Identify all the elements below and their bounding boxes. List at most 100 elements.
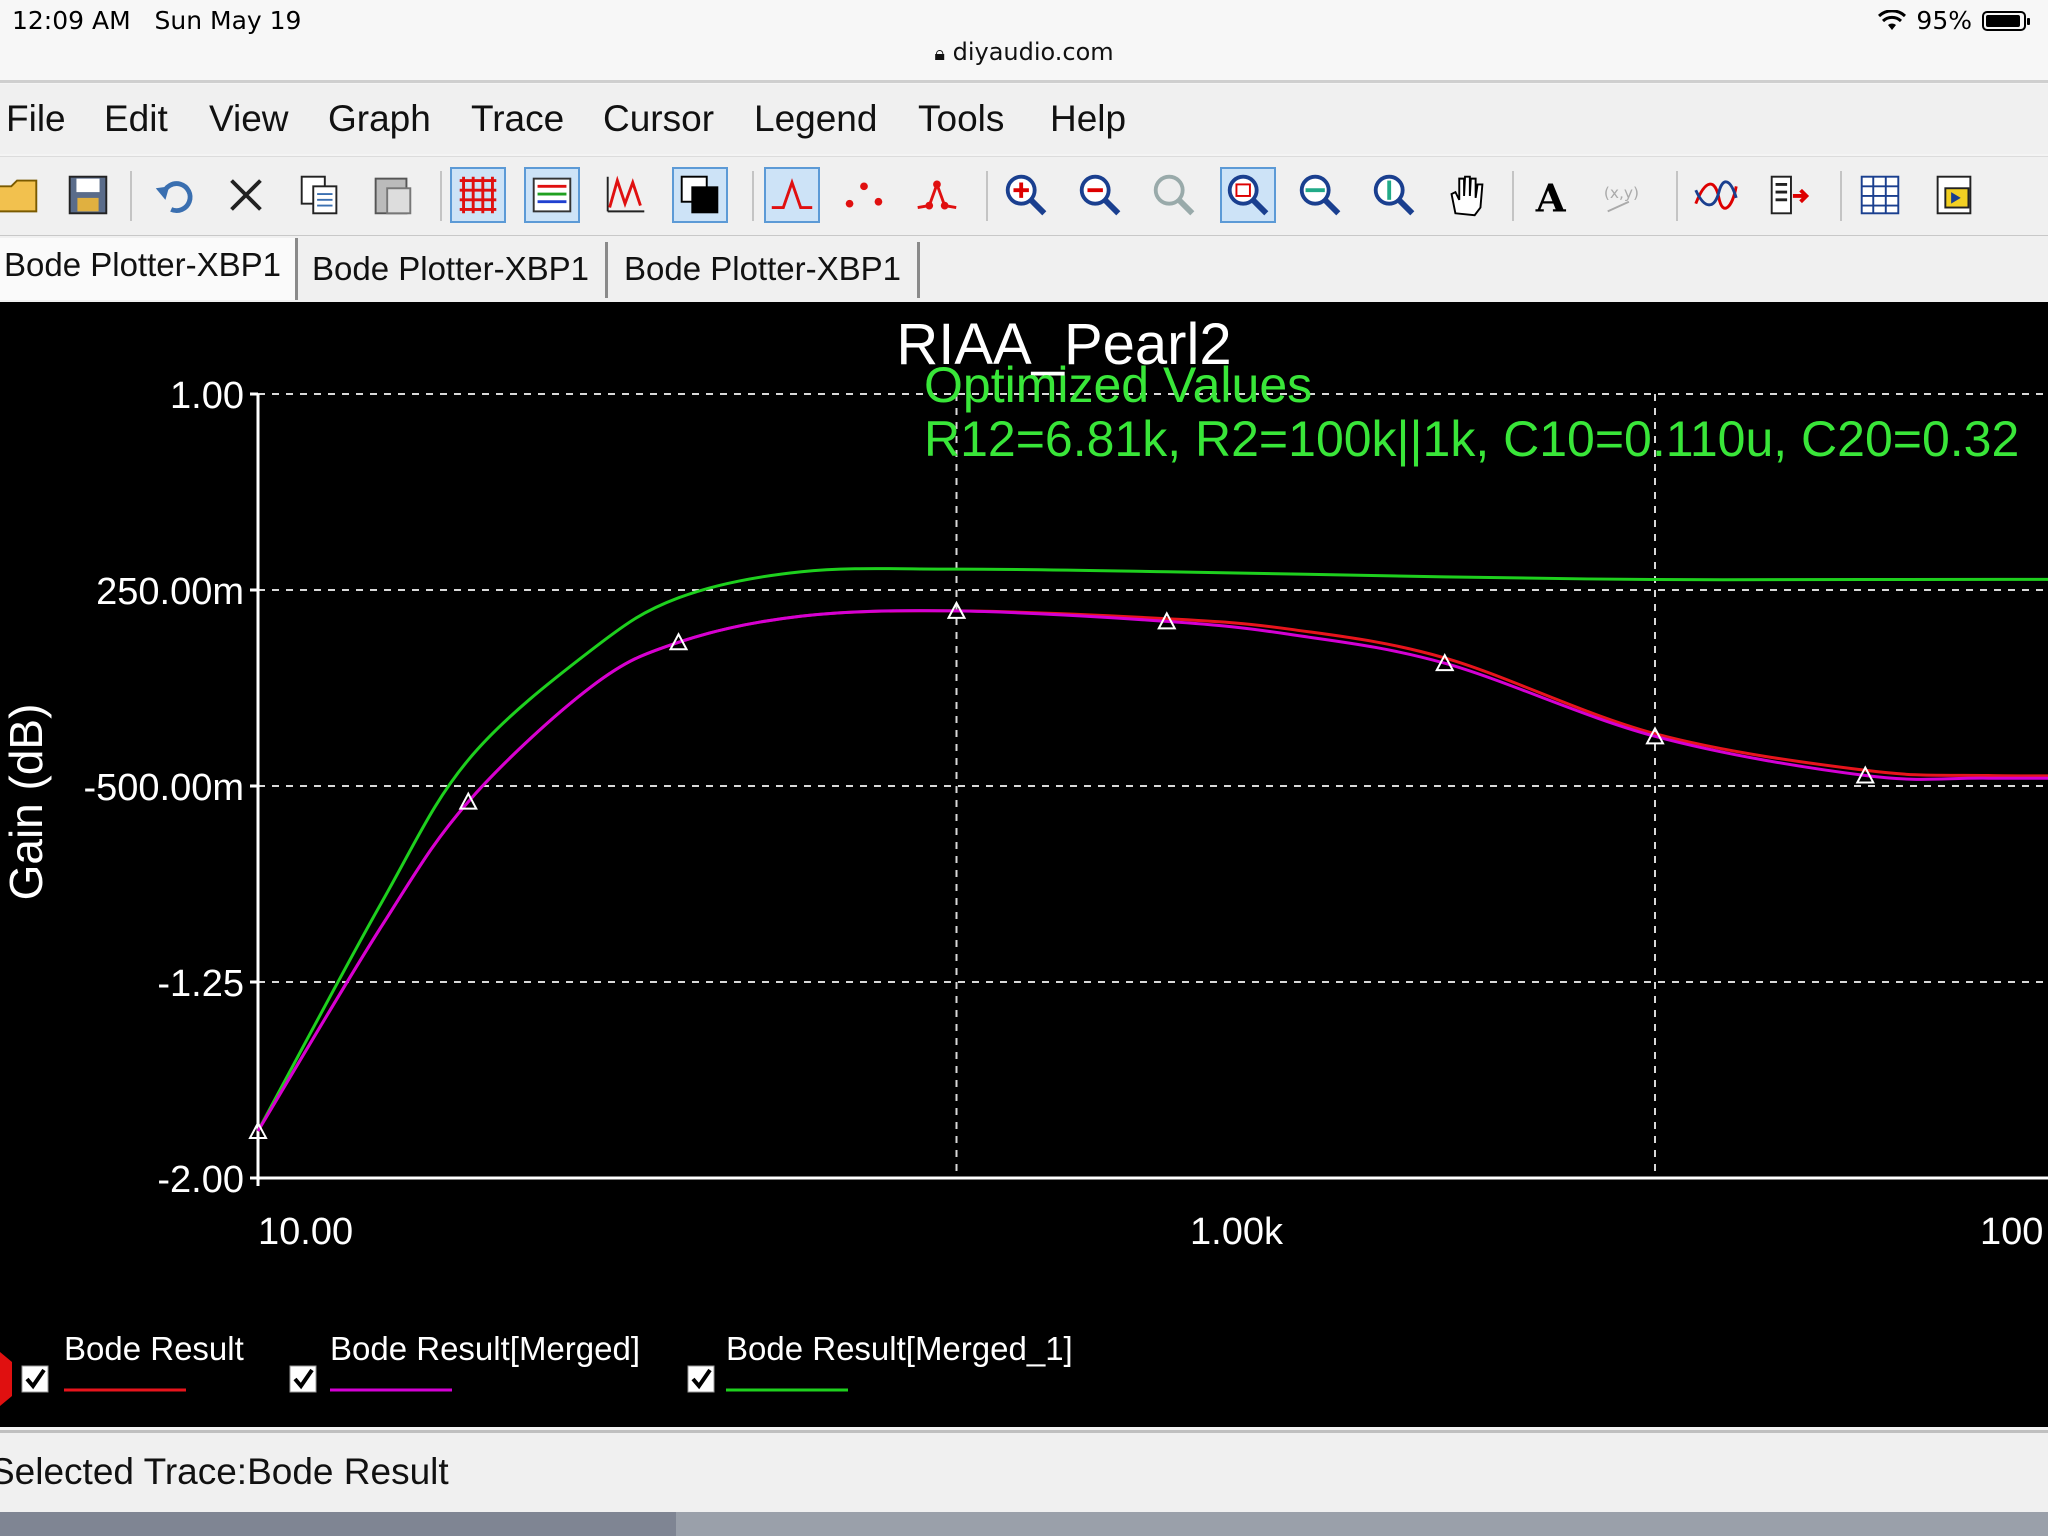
text-button[interactable]: A	[1526, 167, 1582, 223]
y-tick-label: 1.00	[170, 375, 244, 417]
svg-text:(x,y): (x,y)	[1604, 184, 1639, 202]
show-markers-button[interactable]	[836, 167, 892, 223]
xy-label-button[interactable]: (x,y)	[1598, 167, 1654, 223]
zoom-out-button[interactable]	[1072, 167, 1128, 223]
legend-button[interactable]	[524, 167, 580, 223]
show-lines-icon	[771, 178, 813, 209]
menu-file[interactable]: File	[6, 98, 66, 140]
toolbar-separator	[1512, 171, 1514, 221]
tab-strip: Bode Plotter-XBP1 Bode Plotter-XBP1 Bode P…	[0, 236, 2048, 302]
export-excel-button[interactable]	[1852, 167, 1908, 223]
export-button[interactable]	[1762, 167, 1818, 223]
zoom-in-button[interactable]	[998, 167, 1054, 223]
menu-trace[interactable]: Trace	[471, 98, 564, 140]
paste-button[interactable]	[364, 167, 420, 223]
overlay-traces-icon	[1694, 180, 1738, 210]
x-tick-label: 1.00k	[1190, 1211, 1284, 1253]
copy-button[interactable]	[292, 167, 348, 223]
battery-icon	[1982, 10, 2030, 31]
clock-date: Sun May 19	[154, 6, 302, 35]
toolbar-separator	[1840, 171, 1842, 221]
menu-cursor[interactable]: Cursor	[603, 98, 714, 140]
y-tick-label: -500.00m	[83, 767, 244, 809]
menu-help[interactable]: Help	[1050, 98, 1126, 140]
status-row: Selected Trace:Bode Result	[0, 1430, 2048, 1513]
tab-bode-plotter-3[interactable]: Bode Plotter-XBP1	[620, 242, 920, 298]
series-line-2[interactable]	[256, 609, 2048, 1132]
zoom-area-button[interactable]	[1220, 167, 1276, 223]
zoom-y-button[interactable]	[1366, 167, 1422, 223]
pan-icon	[1450, 175, 1484, 217]
x-tick-label: 10.00	[258, 1211, 353, 1253]
bode-chart[interactable]: RIAA_Pearl21.00250.00m-500.00m-1.25-2.00…	[0, 302, 2048, 1427]
delete-button[interactable]	[218, 167, 274, 223]
url-text: diyaudio.com	[952, 38, 1114, 66]
show-lines-markers-icon	[917, 180, 957, 210]
undo-icon	[155, 181, 193, 213]
selected-trace-status: Selected Trace:Bode Result	[0, 1451, 449, 1492]
x-tick-label: 100	[1980, 1211, 2043, 1253]
menu-graph[interactable]: Graph	[328, 98, 431, 140]
open-button[interactable]	[0, 167, 46, 223]
legend-checkbox-3[interactable]	[687, 1365, 715, 1393]
series-line-3[interactable]	[256, 567, 2048, 1132]
show-lines-button[interactable]	[764, 167, 820, 223]
export-labview-icon	[1936, 175, 1972, 215]
ticks-icon	[606, 175, 645, 213]
legend-checkbox-1[interactable]	[21, 1365, 49, 1393]
toolbar-separator	[130, 171, 132, 221]
save-button[interactable]	[60, 167, 116, 223]
paste-icon	[374, 177, 412, 215]
y-tick-label: -1.25	[157, 963, 244, 1005]
grid-icon	[459, 176, 497, 214]
zoom-x-button[interactable]	[1292, 167, 1348, 223]
annotation-title: Optimized Values	[924, 357, 1312, 413]
legend-label-3: Bode Result[Merged_1]	[726, 1330, 1073, 1367]
legend-label-1: Bode Result	[64, 1330, 244, 1367]
y-axis-label: Gain (dB)	[0, 704, 52, 901]
battery-percent: 95%	[1916, 6, 1972, 35]
plot-area[interactable]: RIAA_Pearl2 1.00 250.00m -500.00m -1.25 -2.00…	[0, 302, 2048, 1427]
legend-label-2: Bode Result[Merged]	[330, 1330, 640, 1367]
menu-tools[interactable]: Tools	[918, 98, 1004, 140]
menu-legend[interactable]: Legend	[754, 98, 877, 140]
menu-view[interactable]: View	[209, 98, 289, 140]
status-time: 12:09 AM Sun May 19	[12, 6, 301, 35]
toolbar: A (x,y)	[0, 156, 2048, 236]
bottom-strip	[0, 1512, 2048, 1536]
tab-bode-plotter-1[interactable]: Bode Plotter-XBP1	[0, 238, 298, 300]
export-icon	[1770, 175, 1810, 215]
toolbar-separator	[752, 171, 754, 221]
toolbar-separator	[1676, 171, 1678, 221]
text-icon: A	[1535, 176, 1567, 221]
annotation-values: R12=6.81k, R2=100k||1k, C10=0.110u, C20=…	[924, 411, 2019, 467]
open-icon	[0, 179, 38, 213]
y-tick-label: -2.00	[157, 1159, 244, 1201]
series-line-1[interactable]	[256, 609, 2048, 1132]
ticks-button[interactable]	[598, 167, 654, 223]
grid-button[interactable]	[450, 167, 506, 223]
xy-label-icon: (x,y)	[1604, 184, 1639, 213]
y-tick-label: 250.00m	[96, 571, 244, 613]
export-labview-button[interactable]	[1926, 167, 1982, 223]
reverse-colors-button[interactable]	[672, 167, 728, 223]
zoom-x-icon	[1299, 174, 1341, 216]
menu-edit[interactable]: Edit	[104, 98, 168, 140]
address-bar[interactable]: 🔒︎ diyaudio.com	[0, 38, 2048, 66]
zoom-out-icon	[1079, 174, 1121, 216]
clock-time: 12:09 AM	[12, 6, 131, 35]
legend-checkbox-2[interactable]	[289, 1365, 317, 1393]
zoom-full-icon	[1153, 174, 1195, 216]
zoom-full-button[interactable]	[1146, 167, 1202, 223]
selected-trace-pointer-icon	[0, 1352, 12, 1406]
toolbar-separator	[986, 171, 988, 221]
pan-button[interactable]	[1438, 167, 1494, 223]
tab-bode-plotter-2[interactable]: Bode Plotter-XBP1	[308, 242, 608, 298]
show-lines-markers-button[interactable]	[908, 167, 964, 223]
save-icon	[68, 175, 108, 215]
overlay-traces-button[interactable]	[1688, 167, 1744, 223]
undo-button[interactable]	[148, 167, 204, 223]
toolbar-separator	[440, 171, 442, 221]
delete-icon	[230, 179, 262, 211]
divider	[0, 80, 2048, 83]
